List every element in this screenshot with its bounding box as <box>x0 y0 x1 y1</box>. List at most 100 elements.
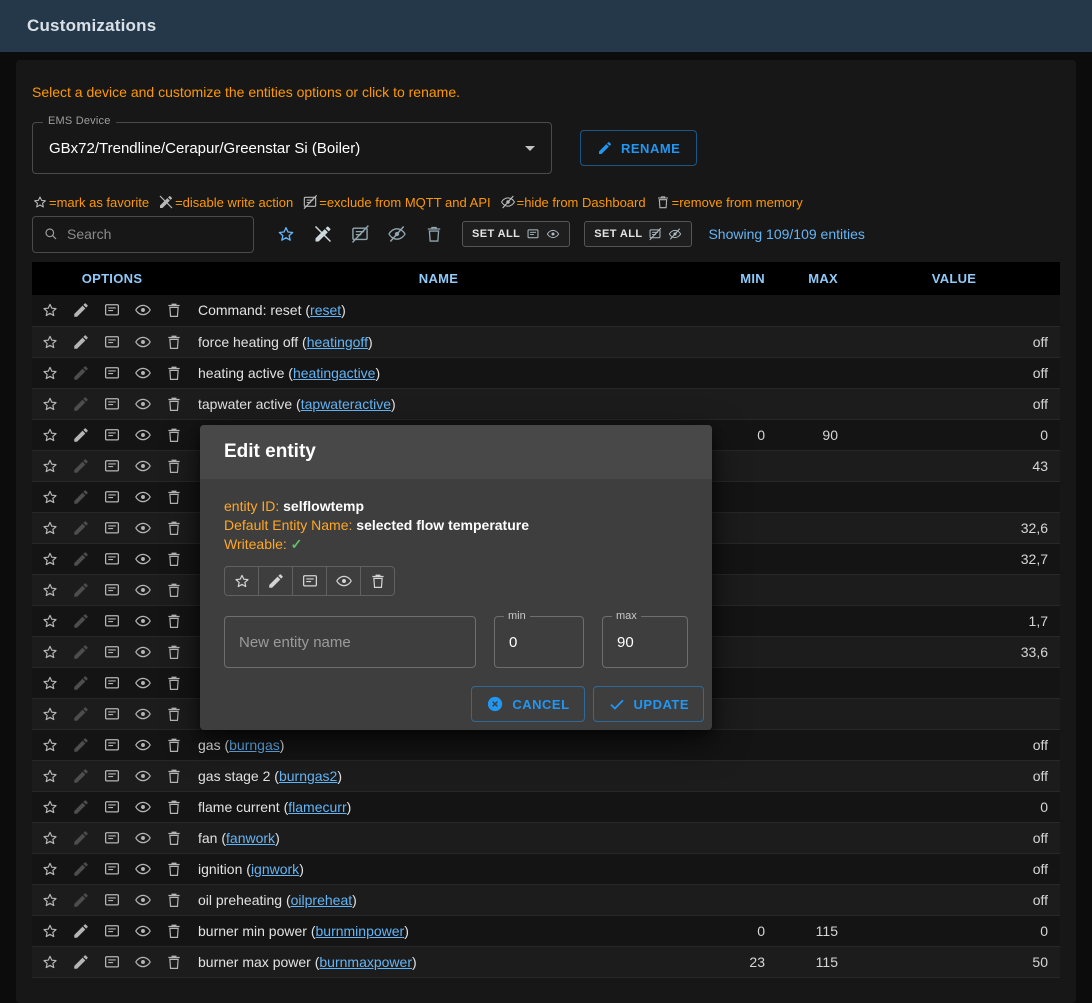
entity-id-link[interactable]: reset <box>310 302 341 318</box>
new-entity-name-input[interactable] <box>225 617 475 667</box>
pencil-icon[interactable] <box>72 301 90 319</box>
eye-icon[interactable] <box>134 674 152 692</box>
eye-icon[interactable] <box>134 953 152 971</box>
filter-hide-button[interactable] <box>383 220 411 248</box>
table-row[interactable]: tapwater activetapwateractive off <box>32 388 1060 419</box>
pencil-icon[interactable] <box>72 922 90 940</box>
mqtt-icon[interactable] <box>103 581 121 599</box>
table-row[interactable]: heating activeheatingactive off <box>32 357 1060 388</box>
mqtt-icon[interactable] <box>103 860 121 878</box>
entity-id-link[interactable]: burnminpower <box>316 923 405 939</box>
star-icon[interactable] <box>41 301 59 319</box>
table-row[interactable]: ignitionignwork off <box>32 853 1060 884</box>
min-input[interactable] <box>495 617 583 667</box>
trash-icon[interactable] <box>165 736 183 754</box>
mqtt-icon[interactable] <box>103 550 121 568</box>
entity-id-link[interactable]: burnmaxpower <box>319 954 412 970</box>
trash-icon[interactable] <box>165 922 183 940</box>
mqtt-icon[interactable] <box>103 798 121 816</box>
trash-icon[interactable] <box>165 519 183 537</box>
pencil-icon[interactable] <box>72 612 90 630</box>
mqtt-icon[interactable] <box>103 333 121 351</box>
eye-icon[interactable] <box>134 519 152 537</box>
table-row[interactable]: gasburngas off <box>32 729 1060 760</box>
star-icon[interactable] <box>41 767 59 785</box>
eye-icon[interactable] <box>134 550 152 568</box>
mqtt-icon[interactable] <box>103 457 121 475</box>
star-icon[interactable] <box>41 643 59 661</box>
star-icon[interactable] <box>41 860 59 878</box>
trash-icon[interactable] <box>165 612 183 630</box>
trash-icon[interactable] <box>165 395 183 413</box>
mqtt-icon[interactable] <box>103 364 121 382</box>
filter-write-off-button[interactable] <box>309 220 337 248</box>
mqtt-icon[interactable] <box>103 426 121 444</box>
table-row[interactable]: force heating offheatingoff off <box>32 326 1060 357</box>
pencil-icon[interactable] <box>72 891 90 909</box>
trash-icon[interactable] <box>165 581 183 599</box>
trash-icon[interactable] <box>165 860 183 878</box>
eye-icon[interactable] <box>134 891 152 909</box>
star-icon[interactable] <box>41 891 59 909</box>
trash-icon[interactable] <box>165 891 183 909</box>
eye-icon[interactable] <box>134 301 152 319</box>
eye-icon[interactable] <box>134 829 152 847</box>
pencil-icon[interactable] <box>72 581 90 599</box>
pencil-icon[interactable] <box>72 829 90 847</box>
eye-icon[interactable] <box>134 364 152 382</box>
mqtt-icon[interactable] <box>103 643 121 661</box>
eye-icon[interactable] <box>134 457 152 475</box>
toggle-delete-button[interactable] <box>360 566 395 596</box>
pencil-icon[interactable] <box>72 426 90 444</box>
table-row[interactable]: flame currentflamecurr 0 <box>32 791 1060 822</box>
eye-icon[interactable] <box>134 767 152 785</box>
star-icon[interactable] <box>41 519 59 537</box>
mqtt-icon[interactable] <box>103 301 121 319</box>
pencil-icon[interactable] <box>72 674 90 692</box>
entity-id-link[interactable]: burngas <box>229 737 280 753</box>
star-icon[interactable] <box>41 581 59 599</box>
table-row[interactable]: burner min powerburnminpower 0 115 0 <box>32 915 1060 946</box>
trash-icon[interactable] <box>165 829 183 847</box>
star-icon[interactable] <box>41 736 59 754</box>
star-icon[interactable] <box>41 705 59 723</box>
pencil-icon[interactable] <box>72 488 90 506</box>
mqtt-icon[interactable] <box>103 519 121 537</box>
search-input[interactable] <box>67 226 243 242</box>
filter-remove-button[interactable] <box>420 220 448 248</box>
star-icon[interactable] <box>41 798 59 816</box>
toggle-favorite-button[interactable] <box>224 566 259 596</box>
eye-icon[interactable] <box>134 798 152 816</box>
trash-icon[interactable] <box>165 674 183 692</box>
star-icon[interactable] <box>41 364 59 382</box>
mqtt-icon[interactable] <box>103 674 121 692</box>
pencil-icon[interactable] <box>72 953 90 971</box>
star-icon[interactable] <box>41 953 59 971</box>
ems-device-select[interactable]: EMS Device GBx72/Trendline/Cerapur/Green… <box>32 122 552 174</box>
mqtt-icon[interactable] <box>103 829 121 847</box>
table-row[interactable]: gas stage 2burngas2 off <box>32 760 1060 791</box>
mqtt-icon[interactable] <box>103 395 121 413</box>
eye-icon[interactable] <box>134 736 152 754</box>
entity-id-link[interactable]: ignwork <box>251 861 299 877</box>
eye-icon[interactable] <box>134 333 152 351</box>
pencil-icon[interactable] <box>72 550 90 568</box>
max-input[interactable] <box>603 617 687 667</box>
eye-icon[interactable] <box>134 395 152 413</box>
pencil-icon[interactable] <box>72 457 90 475</box>
cancel-button[interactable]: CANCEL <box>471 686 584 722</box>
mqtt-icon[interactable] <box>103 705 121 723</box>
set-all-show-button[interactable]: SET ALL <box>462 221 570 247</box>
mqtt-icon[interactable] <box>103 891 121 909</box>
eye-icon[interactable] <box>134 860 152 878</box>
eye-icon[interactable] <box>134 922 152 940</box>
pencil-icon[interactable] <box>72 643 90 661</box>
eye-icon[interactable] <box>134 488 152 506</box>
entity-id-link[interactable]: tapwateractive <box>301 396 391 412</box>
star-icon[interactable] <box>41 829 59 847</box>
table-row[interactable]: fanfanwork off <box>32 822 1060 853</box>
toggle-visibility-button[interactable] <box>326 566 361 596</box>
pencil-icon[interactable] <box>72 519 90 537</box>
trash-icon[interactable] <box>165 643 183 661</box>
trash-icon[interactable] <box>165 953 183 971</box>
